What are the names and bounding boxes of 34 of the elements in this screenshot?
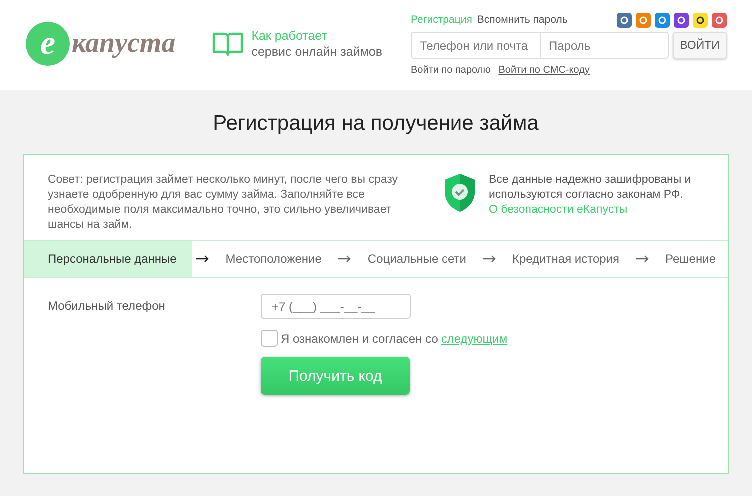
social-login-icon[interactable] — [674, 12, 689, 28]
step-label: Местоположение — [224, 251, 323, 268]
phone-label: Мобильный телефон — [48, 298, 166, 315]
step-label: Решение — [664, 251, 717, 268]
security-link[interactable]: О безопасности еКапусты — [489, 203, 704, 218]
mobile-phone-field[interactable]: +7 (___) ___-__-__ — [261, 294, 411, 319]
page-title: Регистрация на получение займа — [212, 111, 540, 137]
sms-login-link[interactable]: Войти по СМС-коду — [498, 65, 590, 76]
arrow-icon — [636, 255, 650, 263]
step-label: Социальные сети — [366, 251, 468, 268]
logo-badge: е — [26, 22, 70, 66]
arrow-icon — [196, 255, 210, 263]
security-note: Все данные надежно зашифрованы и используются согласно законам РФ. — [489, 173, 692, 203]
forgot-password-link[interactable]: Вспомнить пароль — [477, 14, 568, 26]
book-icon — [212, 31, 244, 57]
step-label: Кредитная история — [512, 251, 621, 268]
arrow-icon — [482, 255, 496, 263]
terms-link[interactable]: следующим — [441, 332, 508, 346]
shield-icon — [443, 173, 477, 213]
get-code-button[interactable]: Получить код — [261, 357, 410, 395]
agreement-text: Я ознакомлен и согласен со — [281, 332, 438, 346]
step-label: Персональные данные — [24, 241, 192, 277]
social-login-icon[interactable] — [693, 12, 708, 28]
arrow-icon — [338, 255, 352, 263]
login-button[interactable]: ВОЙТИ — [673, 32, 727, 59]
phone-or-email-field[interactable]: Телефон или почта — [411, 32, 540, 59]
logo-text: капуста — [72, 28, 176, 60]
agree-checkbox[interactable] — [261, 330, 278, 347]
tip-text: Совет: регистрация займет несколько минут, после чего вы сразу узнаете одобренную для вас сумму займа. Заполняйте все необходимые поля максимально точно, это сильно увеличивает шансы на займ. — [48, 173, 400, 228]
service-caption: сервис онлайн займов — [252, 44, 383, 60]
how-it-works-link[interactable]: Как работает — [252, 28, 383, 44]
password-login-link[interactable]: Войти по паролю — [411, 65, 491, 76]
register-link[interactable]: Регистрация — [411, 14, 472, 26]
password-field[interactable]: Пароль — [540, 32, 669, 59]
